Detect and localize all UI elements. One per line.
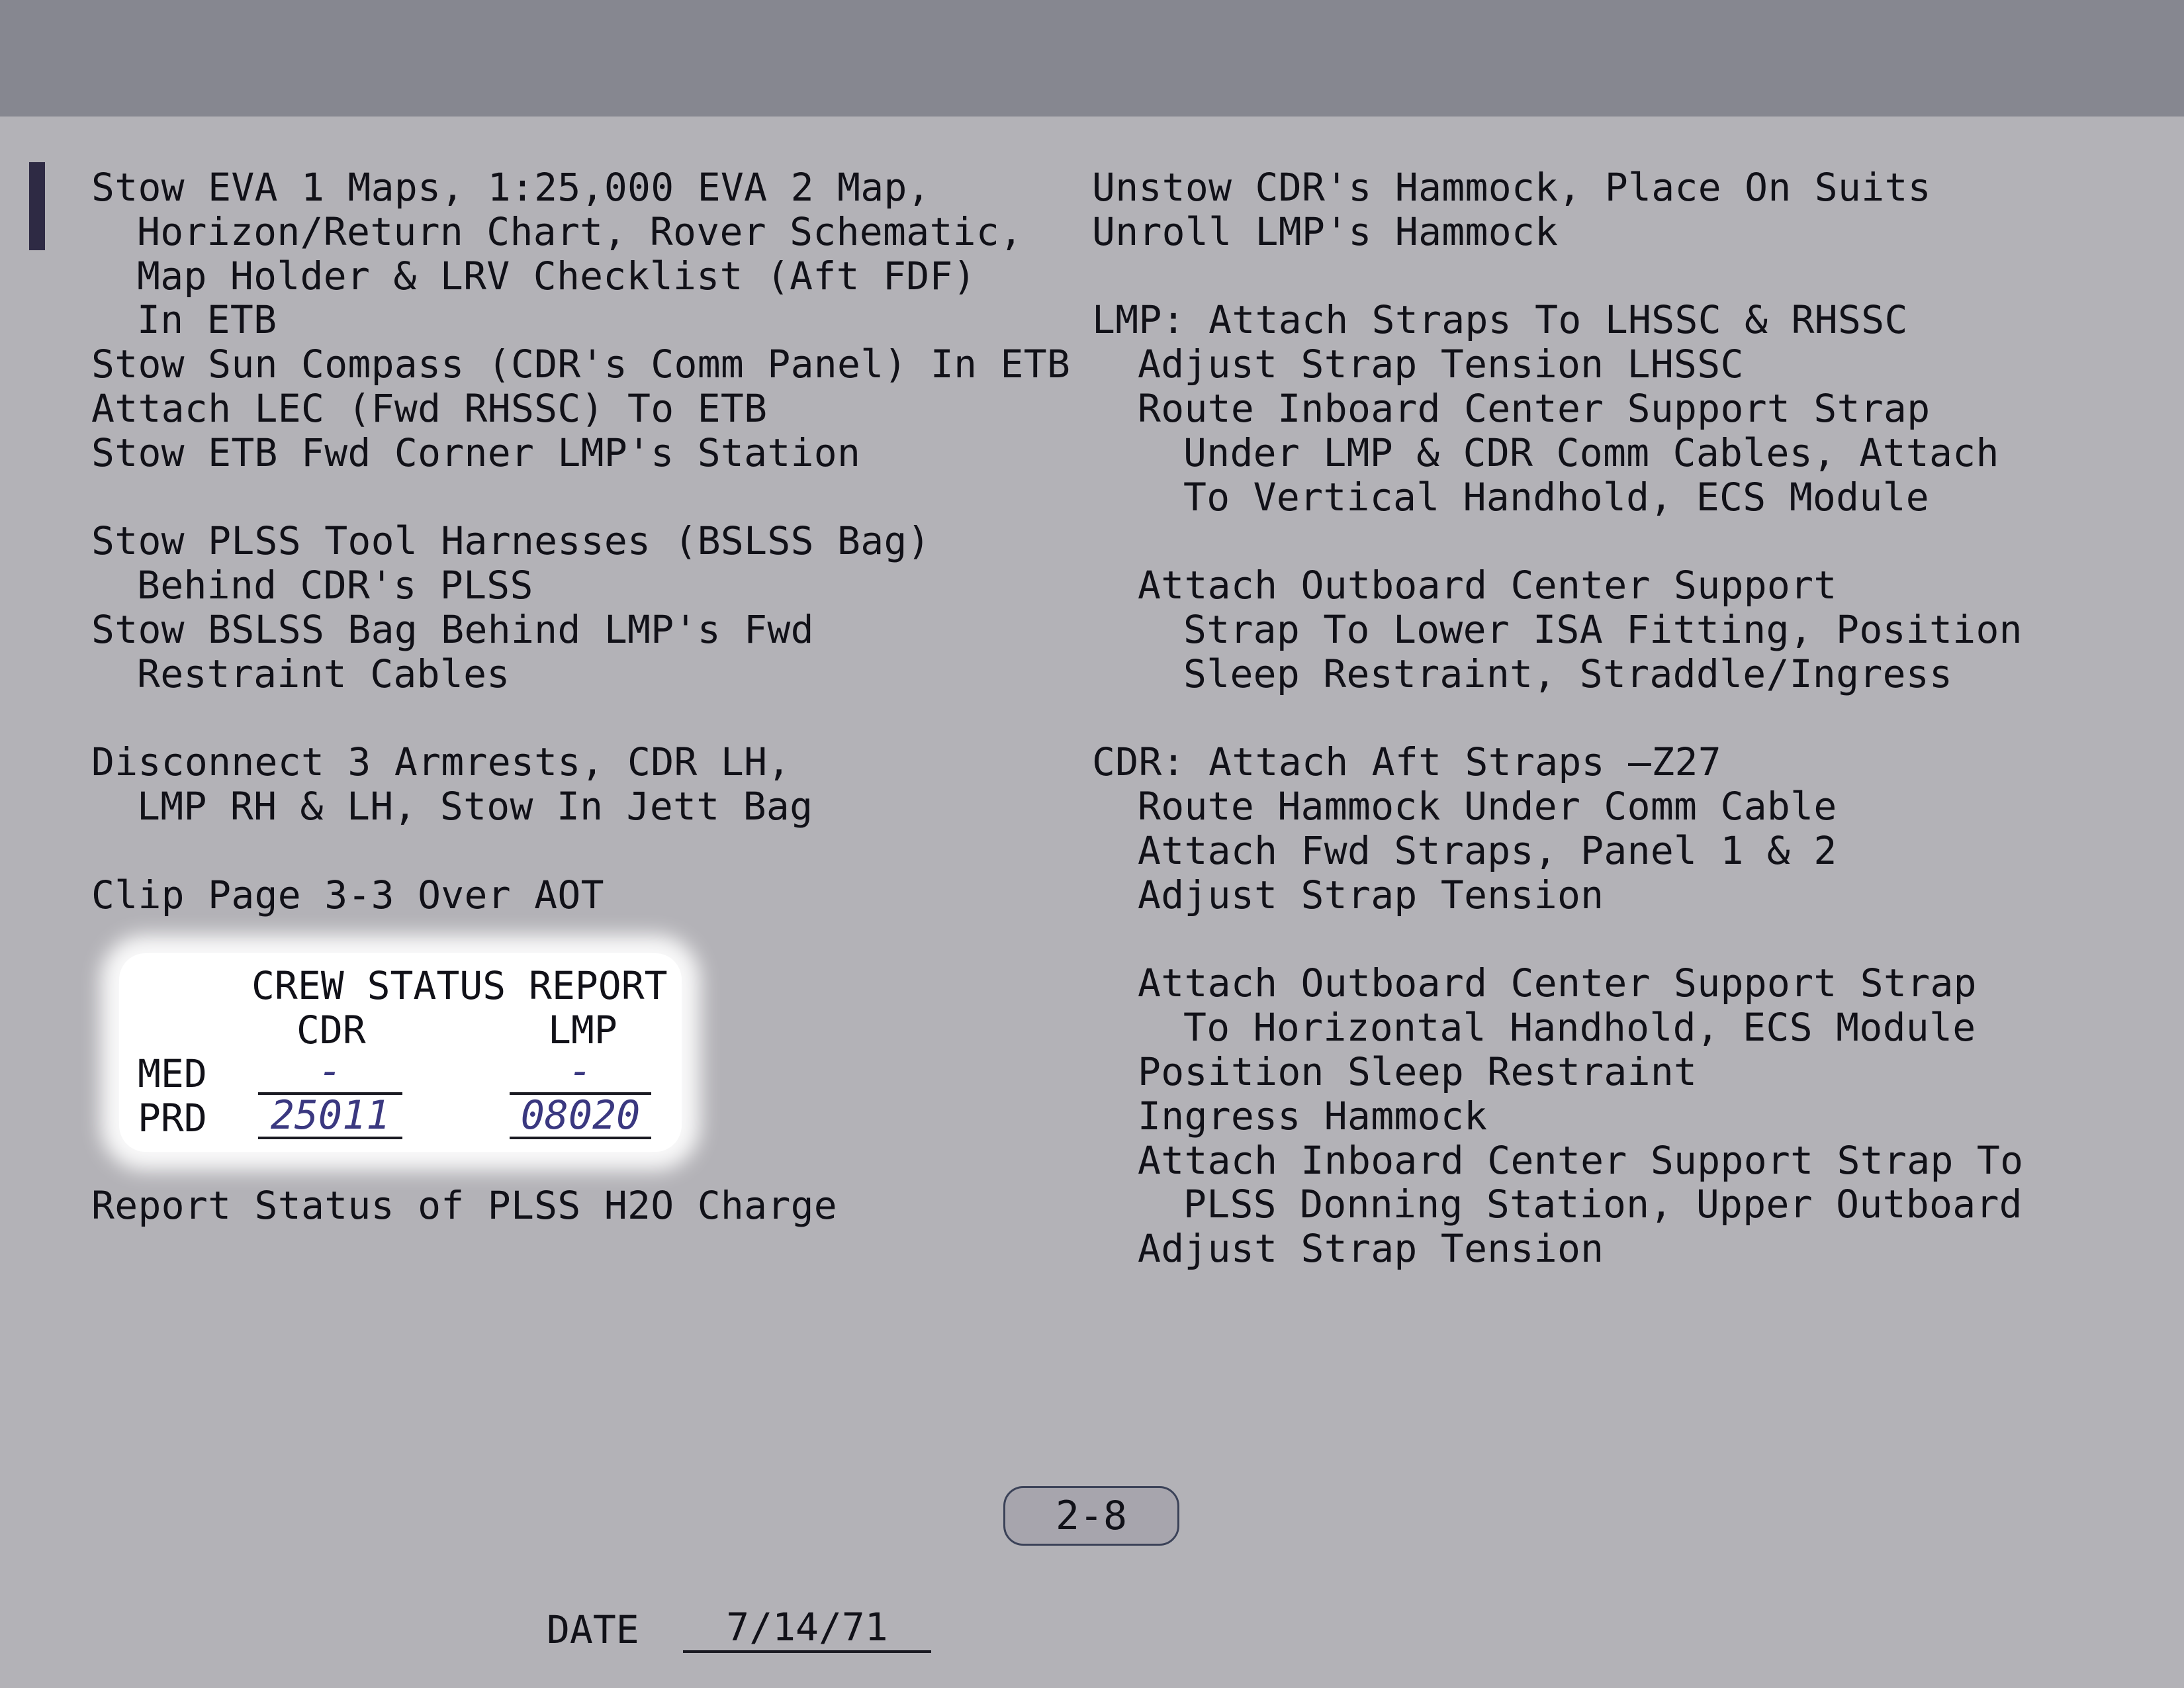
procedure-step-line: To Vertical Handhold, ECS Module bbox=[1183, 474, 1930, 520]
procedure-step-line: CDR: Attach Aft Straps —Z27 bbox=[1092, 739, 1721, 785]
top-header-band bbox=[0, 0, 2184, 117]
crew-cdr-header: CDR bbox=[296, 1008, 366, 1053]
procedure-step-line: Restraint Cables bbox=[137, 651, 510, 696]
procedure-step-line: LMP RH & LH, Stow In Jett Bag bbox=[137, 784, 813, 829]
procedure-step-line: To Horizontal Handhold, ECS Module bbox=[1183, 1005, 1976, 1051]
crew-status-title: CREW STATUS REPORT bbox=[251, 963, 668, 1008]
procedure-step-line: Map Holder & LRV Checklist (Aft FDF) bbox=[137, 253, 976, 299]
procedure-step-line: Attach Outboard Center Support Strap bbox=[1138, 961, 1977, 1006]
crew-prd-label: PRD bbox=[138, 1096, 207, 1141]
plss-h2o-report-line: Report Status of PLSS H2O Charge bbox=[91, 1183, 838, 1228]
procedure-step-line: Under LMP & CDR Comm Cables, Attach bbox=[1183, 430, 1999, 475]
procedure-step-line: Attach LEC (Fwd RHSSC) To ETB bbox=[91, 385, 768, 431]
procedure-step-line: Position Sleep Restraint bbox=[1138, 1049, 1698, 1094]
procedure-step-line: Route Hammock Under Comm Cable bbox=[1138, 784, 1837, 829]
procedure-step-line: Horizon/Return Chart, Rover Schematic, bbox=[137, 209, 1023, 254]
procedure-step-line: In ETB bbox=[137, 297, 277, 343]
page-number-badge: 2-8 bbox=[1003, 1486, 1179, 1546]
lmp-med-field[interactable]: - bbox=[510, 1051, 651, 1095]
procedure-step-line: Stow BSLSS Bag Behind LMP's Fwd bbox=[91, 606, 814, 652]
crew-lmp-header: LMP bbox=[548, 1008, 617, 1053]
procedure-step-line: Route Inboard Center Support Strap bbox=[1138, 385, 1931, 431]
procedure-step-line: Adjust Strap Tension LHSSC bbox=[1138, 342, 1744, 387]
procedure-step-line: LMP: Attach Straps To LHSSC & RHSSC bbox=[1092, 297, 1908, 343]
cdr-prd-field[interactable]: 25011 bbox=[258, 1096, 402, 1139]
procedure-step-line: Strap To Lower ISA Fitting, Position bbox=[1183, 606, 2023, 652]
crew-med-label: MED bbox=[138, 1051, 207, 1096]
left-procedure-column: Stow EVA 1 Maps, 1:25,000 EVA 2 Map, Hori… bbox=[91, 165, 1084, 917]
procedure-step-line: Stow Sun Compass (CDR's Comm Panel) In E… bbox=[91, 342, 1071, 387]
cdr-med-field[interactable]: - bbox=[258, 1051, 402, 1095]
procedure-step-line: Disconnect 3 Armrests, CDR LH, bbox=[91, 739, 791, 785]
procedure-step-line: Clip Page 3-3 Over AOT bbox=[91, 872, 604, 917]
procedure-step-line: Stow EVA 1 Maps, 1:25,000 EVA 2 Map, bbox=[91, 165, 931, 210]
procedure-step-line: Unroll LMP's Hammock bbox=[1092, 209, 1559, 254]
date-label: DATE bbox=[547, 1607, 639, 1652]
lmp-prd-field[interactable]: 08020 bbox=[510, 1096, 651, 1139]
date-value-field: 7/14/71 bbox=[683, 1605, 931, 1653]
procedure-step-line: Unstow CDR's Hammock, Place On Suits bbox=[1092, 165, 1931, 210]
procedure-step-line: Adjust Strap Tension bbox=[1138, 1226, 1604, 1272]
procedure-step-line: Stow PLSS Tool Harnesses (BSLSS Bag) bbox=[91, 518, 931, 564]
procedure-step-line: Attach Inboard Center Support Strap To bbox=[1138, 1137, 2024, 1183]
procedure-step-line: Behind CDR's PLSS bbox=[137, 563, 533, 608]
procedure-step-line: Attach Fwd Straps, Panel 1 & 2 bbox=[1138, 827, 1837, 873]
procedure-step-line: Attach Outboard Center Support bbox=[1138, 563, 1837, 608]
procedure-step-line: PLSS Donning Station, Upper Outboard bbox=[1183, 1182, 2023, 1227]
change-bar bbox=[29, 162, 45, 250]
right-procedure-column: Unstow CDR's Hammock, Place On Suits Unro… bbox=[1092, 165, 2124, 1271]
procedure-step-line: Ingress Hammock bbox=[1138, 1093, 1488, 1139]
procedure-step-line: Adjust Strap Tension bbox=[1138, 872, 1604, 917]
procedure-step-line: Stow ETB Fwd Corner LMP's Station bbox=[91, 430, 861, 475]
procedure-step-line: Sleep Restraint, Straddle/Ingress bbox=[1183, 651, 1953, 696]
